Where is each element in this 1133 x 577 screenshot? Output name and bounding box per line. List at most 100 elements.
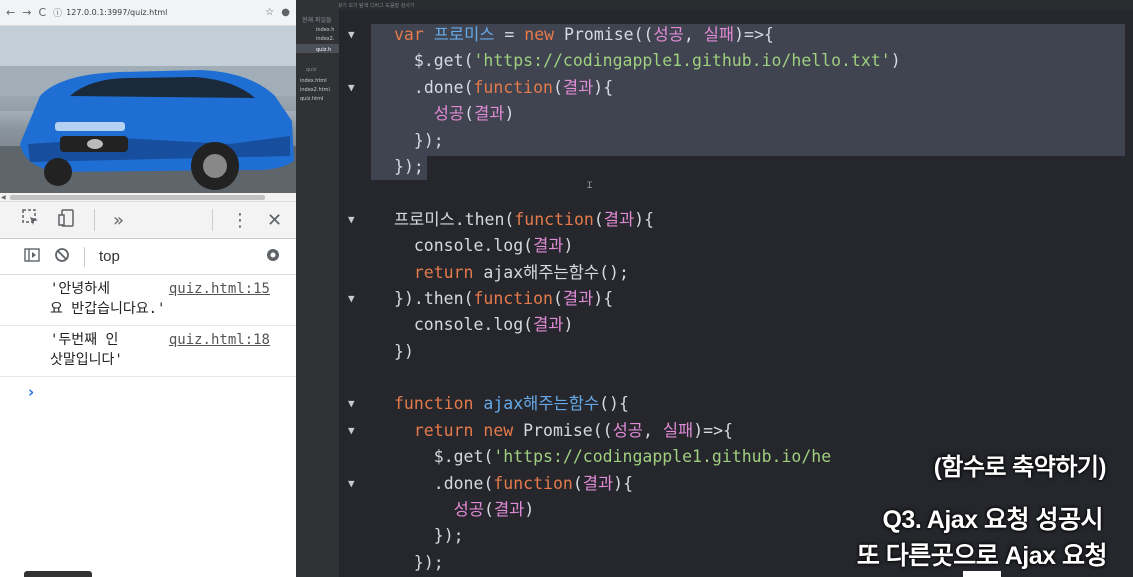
code-text: return new Promise((성공, 실패)=>{ xyxy=(413,420,733,440)
devtools-close-button[interactable]: ✕ xyxy=(267,210,282,231)
code-text: }) xyxy=(394,341,414,361)
code-line: }); xyxy=(339,523,901,549)
console-prompt[interactable]: › xyxy=(0,377,296,401)
log-text-line: 삿말입니다' xyxy=(50,352,123,368)
code-text: }); xyxy=(394,156,424,176)
code-line: 성공(결과) xyxy=(339,101,901,127)
fold-arrow-icon[interactable]: ▼ xyxy=(348,418,355,444)
fold-arrow-icon[interactable]: ▼ xyxy=(348,75,355,101)
sidebar-toggle-icon[interactable] xyxy=(24,247,40,267)
code-text: $.get('https://codingapple1.github.io/he… xyxy=(413,51,901,71)
bookmark-star-icon[interactable]: ☆ xyxy=(265,7,274,18)
fold-arrow-icon[interactable]: ▼ xyxy=(348,471,355,497)
code-text: .done(function(결과){ xyxy=(413,77,614,97)
code-line: $.get('https://codingapple1.github.io/he… xyxy=(339,48,901,74)
code-line: }) xyxy=(339,339,901,365)
browser-window: ← → C ⓘ 127.0.0.1:3997/quiz.html ☆ ● ◀ »… xyxy=(0,0,296,577)
url-text: 127.0.0.1:3997/quiz.html xyxy=(66,8,168,17)
toolbar-divider xyxy=(94,209,95,231)
fold-arrow-icon[interactable]: ▼ xyxy=(348,207,355,233)
code-line: ▼ return new Promise((성공, 실패)=>{ xyxy=(339,418,901,444)
project-file-item[interactable]: index2.html xyxy=(296,84,339,93)
code-line: }); xyxy=(339,154,901,180)
profile-icon[interactable]: ● xyxy=(281,7,290,18)
address-bar: ← → C ⓘ 127.0.0.1:3997/quiz.html ☆ ● xyxy=(0,0,296,26)
taskbar-fragment xyxy=(24,571,92,577)
code-line: }); xyxy=(339,550,901,576)
caption-question: Q3. Ajax 요청 성공시 xyxy=(882,506,1103,534)
code-line: ▼ }).then(function(결과){ xyxy=(339,286,901,312)
editor-menu-bar[interactable]: 파일 편집 찾기 보기 탐색 디버그 도움말 검사기 xyxy=(296,0,1133,10)
inspect-element-icon[interactable] xyxy=(22,208,40,232)
console-toolbar: top xyxy=(0,239,296,275)
reload-button[interactable]: C xyxy=(38,6,46,19)
log-source-link[interactable]: quiz.html:18 xyxy=(160,330,270,350)
code-line: console.log(결과) xyxy=(339,312,901,338)
url-field[interactable]: ⓘ 127.0.0.1:3997/quiz.html xyxy=(53,6,258,19)
log-text-line: 요 반갑습니다요.' xyxy=(50,301,166,317)
more-tabs-button[interactable]: » xyxy=(113,210,124,231)
code-text: }); xyxy=(413,130,444,150)
code-text: .done(function(결과){ xyxy=(433,473,634,493)
code-text: var 프로미스 = new Promise((성공, 실패)=>{ xyxy=(394,25,774,44)
device-toolbar-icon[interactable] xyxy=(58,208,76,232)
code-text: console.log(결과) xyxy=(413,315,574,335)
code-text: console.log(결과) xyxy=(413,236,574,256)
context-selector[interactable]: top xyxy=(99,248,120,265)
scroll-left-arrow-icon[interactable]: ◀ xyxy=(1,194,6,201)
code-text: }).then(function(결과){ xyxy=(394,288,614,308)
code-line: ▼ .done(function(결과){ xyxy=(339,471,901,497)
video-progress-fragment xyxy=(963,571,1001,577)
car-image xyxy=(0,26,296,193)
code-editor[interactable]: Ɪ ▼ var 프로미스 = new Promise((성공, 실패)=>{ $.… xyxy=(339,10,1133,577)
console-log-entry: quiz.html:18 '두번째 인 삿말입니다' xyxy=(0,326,296,377)
console-settings-gear-icon[interactable] xyxy=(264,246,282,268)
working-files-header: 현재 파일들 xyxy=(302,17,332,24)
code-line: return ajax해주는함수(); xyxy=(339,260,901,286)
project-file-item[interactable]: quiz.html xyxy=(296,93,339,102)
back-button[interactable]: ← xyxy=(6,6,15,19)
code-text: 성공(결과) xyxy=(453,500,535,520)
code-line: 성공(결과) xyxy=(339,497,901,523)
open-file-item[interactable]: index.h xyxy=(296,24,339,33)
fold-arrow-icon[interactable]: ▼ xyxy=(348,22,355,48)
code-text: 성공(결과) xyxy=(433,104,515,124)
project-file-item[interactable]: index.html xyxy=(296,75,339,84)
code-text: return ajax해주는함수(); xyxy=(413,262,629,282)
open-file-item[interactable]: index2. xyxy=(296,33,339,42)
fold-arrow-icon[interactable]: ▼ xyxy=(348,391,355,417)
code-text: }); xyxy=(433,526,464,546)
caption-question-line2: 또 다른곳으로 Ajax 요청 xyxy=(856,542,1108,570)
project-group-label[interactable]: quiz xyxy=(296,53,339,75)
toolbar-divider xyxy=(84,246,85,267)
clear-console-icon[interactable] xyxy=(54,247,70,267)
devtools-menu-button[interactable]: ⋮ xyxy=(231,210,249,231)
code-line: ▼ var 프로미스 = new Promise((성공, 실패)=>{ xyxy=(339,22,901,48)
code-line: ▼ 프로미스.then(function(결과){ xyxy=(339,207,901,233)
devtools-toolbar: » ⋮ ✕ xyxy=(0,202,296,239)
car-illustration xyxy=(0,26,296,193)
code-text: $.get('https://codingapple1.github.io/he xyxy=(433,447,832,467)
info-icon[interactable]: ⓘ xyxy=(53,6,62,19)
fold-arrow-icon[interactable]: ▼ xyxy=(348,286,355,312)
log-source-link[interactable]: quiz.html:15 xyxy=(160,279,270,299)
code-line: console.log(결과) xyxy=(339,233,901,259)
toolbar-divider xyxy=(212,209,214,231)
horizontal-scrollbar[interactable]: ◀ xyxy=(0,193,296,202)
code-line: $.get('https://codingapple1.github.io/he xyxy=(339,444,901,470)
code-line: }); xyxy=(339,128,901,154)
console-log-entry: quiz.html:15 '안녕하세 요 반갑습니다요.' xyxy=(0,275,296,326)
forward-button[interactable]: → xyxy=(22,6,31,19)
code-text: function ajax해주는함수(){ xyxy=(394,394,629,414)
code-line: ▼ function ajax해주는함수(){ xyxy=(339,391,901,417)
scrollbar-thumb[interactable] xyxy=(10,195,265,200)
open-file-item-active[interactable]: quiz.h xyxy=(296,44,339,53)
code-text: }); xyxy=(413,552,444,572)
caption-subtitle: (함수로 축약하기) xyxy=(929,447,1107,482)
code-line: ▼ .done(function(결과){ xyxy=(339,75,901,101)
code-lines: ▼ var 프로미스 = new Promise((성공, 실패)=>{ $.ge… xyxy=(339,22,901,576)
editor-sidebar: 현재 파일들 index.h index2. quiz.h quiz index… xyxy=(296,0,339,577)
code-text: 프로미스.then(function(결과){ xyxy=(394,209,655,229)
